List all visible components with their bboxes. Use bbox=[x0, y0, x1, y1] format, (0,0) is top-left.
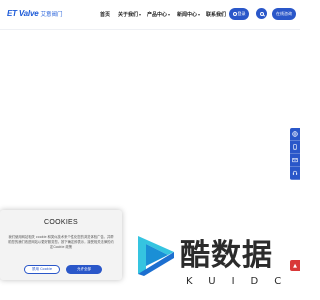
watermark: 酷数据 KUIDC bbox=[130, 222, 290, 300]
watermark-chinese-text: 酷数据 bbox=[180, 238, 273, 273]
nav-item-home[interactable]: 首页 bbox=[100, 11, 110, 18]
floating-sidebar bbox=[290, 128, 300, 180]
nav-item-about[interactable]: 关于我们 ▾ bbox=[118, 11, 141, 18]
logo-chinese-text: 艾意阀门 bbox=[40, 12, 63, 18]
play-logo-icon bbox=[138, 236, 174, 276]
watermark-english-text: KUIDC bbox=[186, 276, 298, 287]
arrow-up-icon: ▲ bbox=[293, 262, 297, 269]
phone-icon[interactable] bbox=[290, 141, 300, 154]
cookie-dialog: COOKIES 我们使用网站相关 cookie 和类似技术来个性化您的浏览体验广… bbox=[0, 210, 122, 280]
nav-item-label: 产品中心 bbox=[147, 12, 168, 18]
site-logo[interactable]: ET Valve 艾意阀门 bbox=[7, 9, 62, 21]
search-icon bbox=[259, 11, 264, 16]
nav-item-news[interactable]: 新闻中心 ▾ bbox=[177, 11, 200, 18]
reject-cookies-button[interactable]: 禁用 Cookie bbox=[24, 265, 60, 274]
chevron-down-icon: ▾ bbox=[168, 12, 171, 17]
nav-item-label: 联系我们 bbox=[206, 12, 227, 18]
login-label: 登录 bbox=[237, 11, 246, 16]
site-header: ET Valve 艾意阀门 首页 关于我们 ▾ 产品中心 ▾ 新闻中心 ▾ 联系… bbox=[0, 0, 300, 30]
cookie-description: 我们使用网站相关 cookie 和类似技术来个性化您的浏览体验广告。并帮助您的我… bbox=[8, 235, 114, 250]
nav-item-label: 首页 bbox=[100, 12, 111, 18]
nav-item-label: 新闻中心 bbox=[177, 12, 198, 18]
globe-icon[interactable] bbox=[290, 128, 300, 141]
mail-icon[interactable] bbox=[290, 154, 300, 167]
online-consult-button[interactable]: 在线咨询 bbox=[272, 8, 296, 20]
accept-all-cookies-button[interactable]: 允许全部 bbox=[66, 265, 102, 274]
chevron-down-icon: ▾ bbox=[139, 12, 142, 17]
cookie-title: COOKIES bbox=[44, 219, 78, 226]
nav-item-label: 关于我们 bbox=[118, 12, 139, 18]
user-icon bbox=[232, 12, 237, 16]
page: ET Valve 艾意阀门 首页 关于我们 ▾ 产品中心 ▾ 新闻中心 ▾ 联系… bbox=[0, 0, 300, 300]
headset-icon[interactable] bbox=[290, 167, 300, 180]
nav-item-products[interactable]: 产品中心 ▾ bbox=[147, 11, 170, 18]
back-to-top-button[interactable]: ▲ bbox=[290, 260, 300, 271]
nav-item-contact[interactable]: 联系我们 bbox=[206, 11, 226, 18]
logo-english-text: ET Valve bbox=[7, 9, 39, 18]
search-button[interactable] bbox=[256, 8, 267, 19]
chevron-down-icon: ▾ bbox=[198, 12, 201, 17]
login-button[interactable]: 登录 bbox=[229, 8, 249, 20]
